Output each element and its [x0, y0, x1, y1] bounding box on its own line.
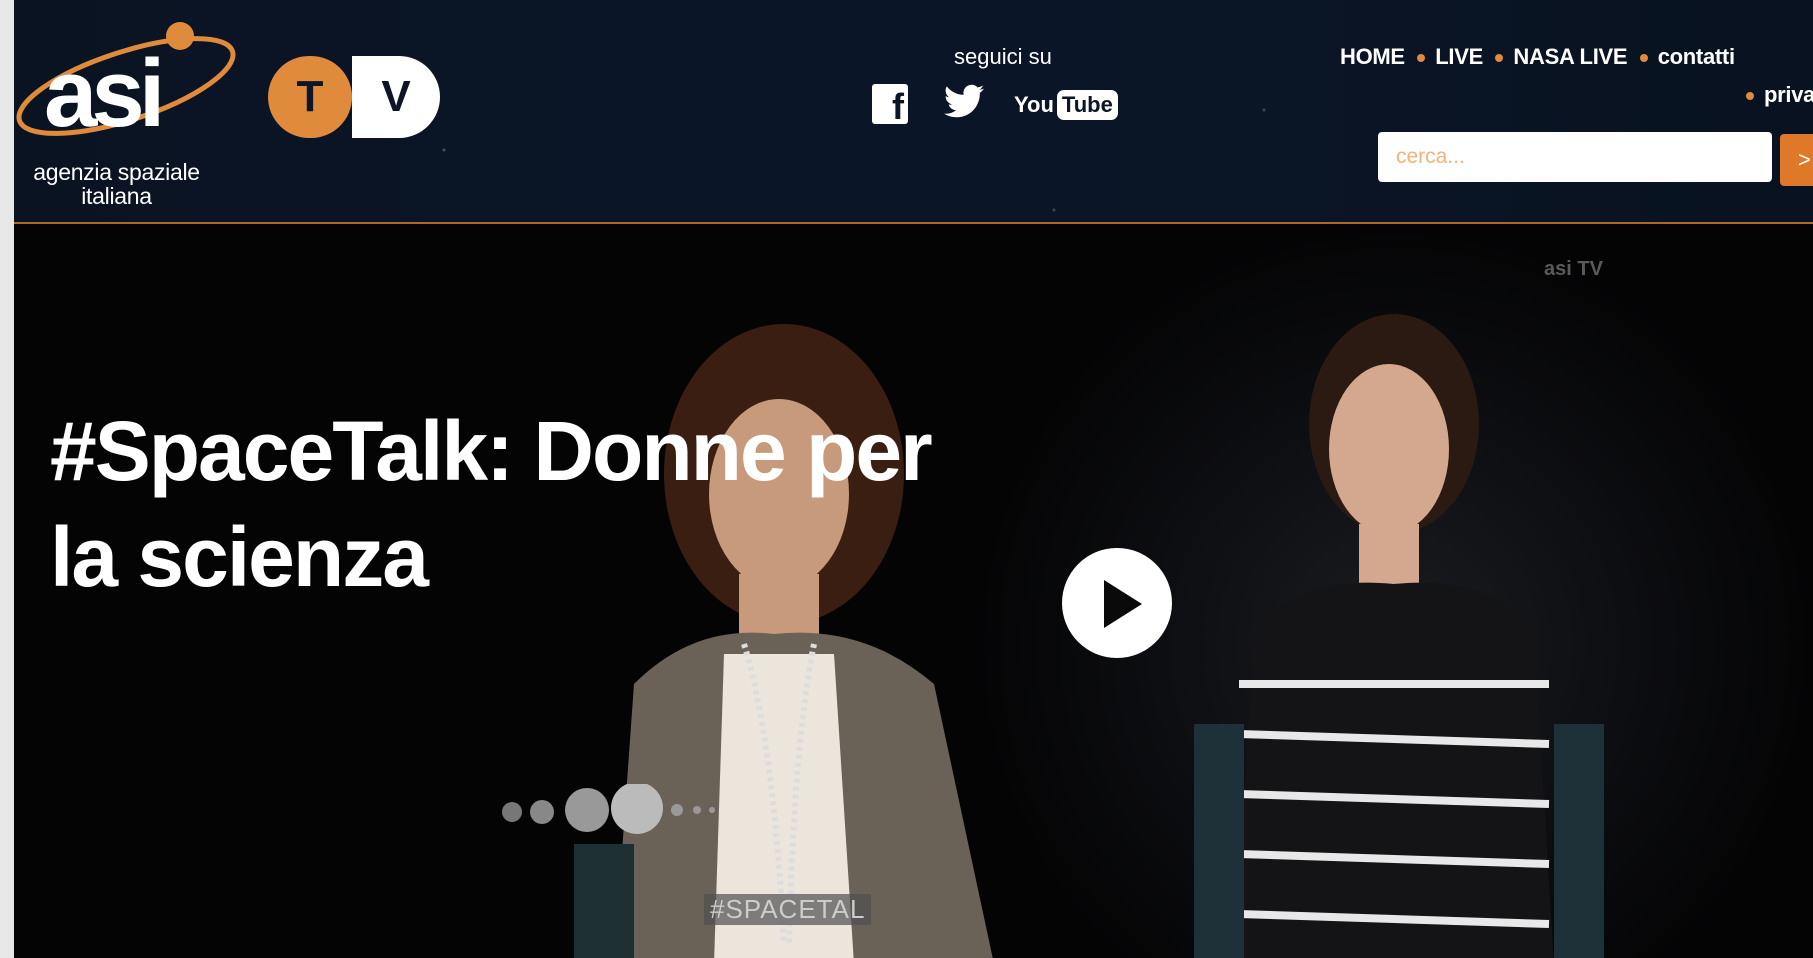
nav-item-nasa-live[interactable]: NASA LIVE [1495, 44, 1628, 70]
asi-logo[interactable]: asi agenzia spaziale italiana [14, 18, 236, 209]
twitter-icon[interactable] [942, 84, 986, 124]
nav-item-home[interactable]: HOME [1340, 44, 1405, 70]
spacetalk-orbit-graphic [502, 784, 715, 834]
tv-logo-v: V [310, 56, 440, 138]
social-label: seguici su [954, 44, 1052, 69]
facebook-icon[interactable]: f [872, 84, 908, 127]
svg-text:asi: asi [44, 40, 159, 147]
nav-item-live[interactable]: LIVE [1417, 44, 1483, 70]
spacetalk-tag: #SPACETAL [704, 894, 872, 925]
nav-item-contatti[interactable]: contatti [1639, 44, 1735, 70]
asi-logo-mark: asi [16, 22, 236, 147]
person-right-image [1194, 314, 1604, 958]
tv-logo-t: T [268, 56, 352, 138]
site-header: asi agenzia spaziale italiana T V seguic… [14, 0, 1813, 224]
play-icon[interactable] [1062, 548, 1172, 658]
hero-video[interactable]: #SPACETAL asi TV #SpaceTalk: Donne per l… [14, 224, 1813, 958]
search-button[interactable]: > [1780, 134, 1813, 186]
main-nav: HOME LIVE NASA LIVE contatti [1340, 44, 1761, 70]
page: asi agenzia spaziale italiana T V seguic… [14, 0, 1813, 958]
search-input[interactable] [1378, 132, 1772, 182]
asi-tv-watermark: asi TV [1544, 258, 1603, 280]
nav-item-privacy[interactable]: privacy [1746, 82, 1813, 108]
youtube-icon[interactable]: You Tube [1014, 88, 1118, 122]
asi-logo-text: agenzia spaziale italiana [33, 159, 200, 209]
video-title[interactable]: #SpaceTalk: Donne per la scienza [50, 398, 950, 610]
asi-tv-logo[interactable]: T V [268, 56, 440, 138]
sub-nav: privacy [1746, 82, 1813, 108]
